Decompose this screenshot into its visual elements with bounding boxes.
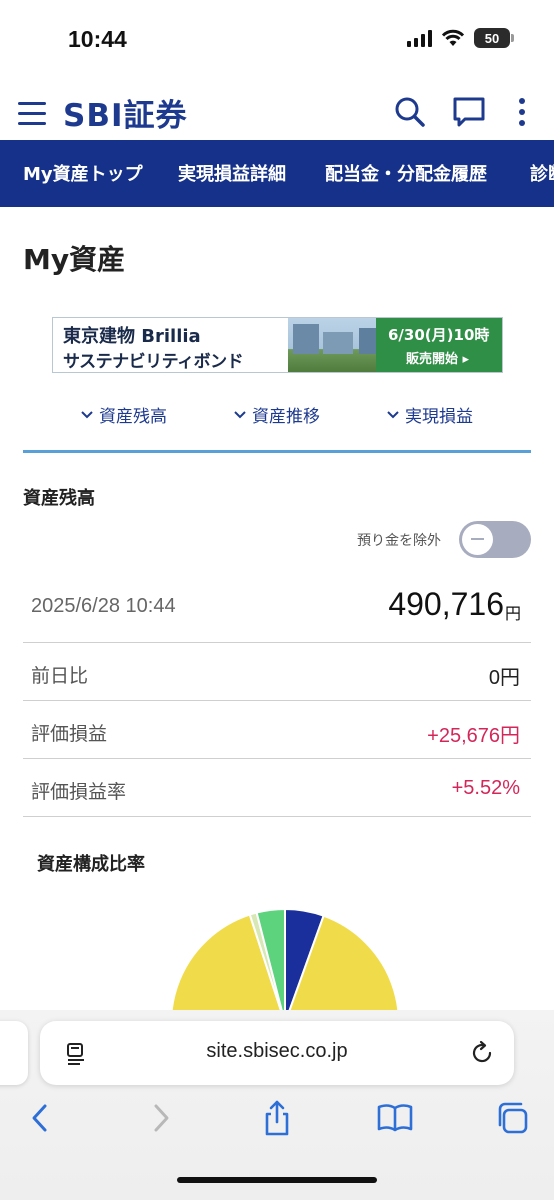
unrealized-pnl-rate-value: +5.52%	[451, 777, 520, 799]
row-divider	[23, 758, 531, 759]
app-header: SBI証券	[0, 84, 554, 140]
previous-tab-card[interactable]	[0, 1021, 28, 1085]
total-assets-value: 490,716	[388, 586, 504, 622]
back-icon[interactable]	[20, 1098, 60, 1138]
anchor-label: 資産残高	[99, 407, 167, 427]
banner-line2: サステナビリティボンド	[63, 352, 244, 372]
tab-diagnosis[interactable]: 診断	[530, 160, 554, 186]
tab-my-assets-top[interactable]: My資産トップ	[23, 160, 143, 186]
sbi-logo[interactable]: SBI証券	[63, 90, 188, 135]
tab-dividend-history[interactable]: 配当金・分配金履歴	[325, 160, 487, 186]
chevron-down-icon	[387, 410, 399, 418]
status-bar: 10:44 50	[0, 0, 554, 84]
cellular-signal-icon	[407, 29, 432, 47]
chevron-down-icon	[234, 410, 246, 418]
anchor-history[interactable]: 資産推移	[233, 402, 320, 427]
anchor-realized[interactable]: 実現損益	[386, 402, 473, 427]
tabs-icon[interactable]	[493, 1098, 533, 1138]
status-icons: 50	[407, 28, 514, 48]
battery-icon: 50	[474, 28, 514, 48]
more-vertical-icon[interactable]	[504, 94, 540, 130]
share-icon[interactable]	[257, 1098, 297, 1138]
anchor-balance[interactable]: 資産残高	[80, 402, 167, 427]
section-divider	[23, 450, 531, 453]
reload-icon[interactable]	[468, 1039, 496, 1067]
unrealized-pnl-rate-label: 評価損益率	[31, 781, 127, 803]
browser-toolbar: site.sbisec.co.jp	[0, 1010, 554, 1200]
toggle-knob	[462, 524, 493, 555]
day-change-label: 前日比	[31, 665, 89, 687]
home-indicator	[177, 1177, 377, 1183]
banner-date: 6/30(月)10時	[388, 326, 490, 344]
banner-sale: 販売開始 ▸	[406, 352, 470, 367]
anchor-label: 実現損益	[405, 407, 473, 427]
row-divider	[23, 700, 531, 701]
ad-banner[interactable]: 東京建物 Brillia サステナビリティボンド 6/30(月)10時 販売開始…	[52, 317, 503, 373]
page-title: My資産	[23, 243, 126, 276]
banner-line1: 東京建物 Brillia	[63, 326, 201, 347]
banner-cta: 6/30(月)10時 販売開始 ▸	[376, 318, 502, 372]
wifi-icon	[441, 29, 465, 46]
address-bar[interactable]: site.sbisec.co.jp	[40, 1021, 514, 1085]
balance-section-title: 資産残高	[23, 488, 95, 509]
search-icon[interactable]	[392, 94, 428, 130]
chat-icon[interactable]	[451, 94, 487, 130]
row-divider	[23, 816, 531, 817]
forward-icon[interactable]	[141, 1098, 181, 1138]
status-time: 10:44	[68, 26, 127, 52]
unrealized-pnl-value: +25,676円	[427, 725, 520, 747]
menu-icon[interactable]	[18, 100, 46, 126]
tab-realized-pnl[interactable]: 実現損益詳細	[178, 160, 286, 186]
unrealized-pnl-label: 評価損益	[31, 723, 108, 745]
composition-pie-chart	[170, 907, 400, 1020]
anchor-label: 資産推移	[252, 407, 320, 427]
composition-title: 資産構成比率	[37, 854, 145, 875]
day-change-value: 0円	[488, 667, 520, 689]
exclude-deposit-label: 預り金を除外	[357, 533, 441, 549]
row-divider	[23, 642, 531, 643]
nav-tabs: My資産トップ 実現損益詳細 配当金・分配金履歴 診断	[0, 140, 554, 207]
url-text: site.sbisec.co.jp	[206, 1040, 348, 1062]
bookmarks-icon[interactable]	[375, 1098, 415, 1138]
total-assets-unit: 円	[504, 604, 521, 623]
balance-datetime: 2025/6/28 10:44	[31, 595, 176, 617]
chevron-down-icon	[81, 410, 93, 418]
banner-text: 東京建物 Brillia サステナビリティボンド	[53, 318, 288, 372]
exclude-deposit-toggle[interactable]	[459, 521, 531, 558]
